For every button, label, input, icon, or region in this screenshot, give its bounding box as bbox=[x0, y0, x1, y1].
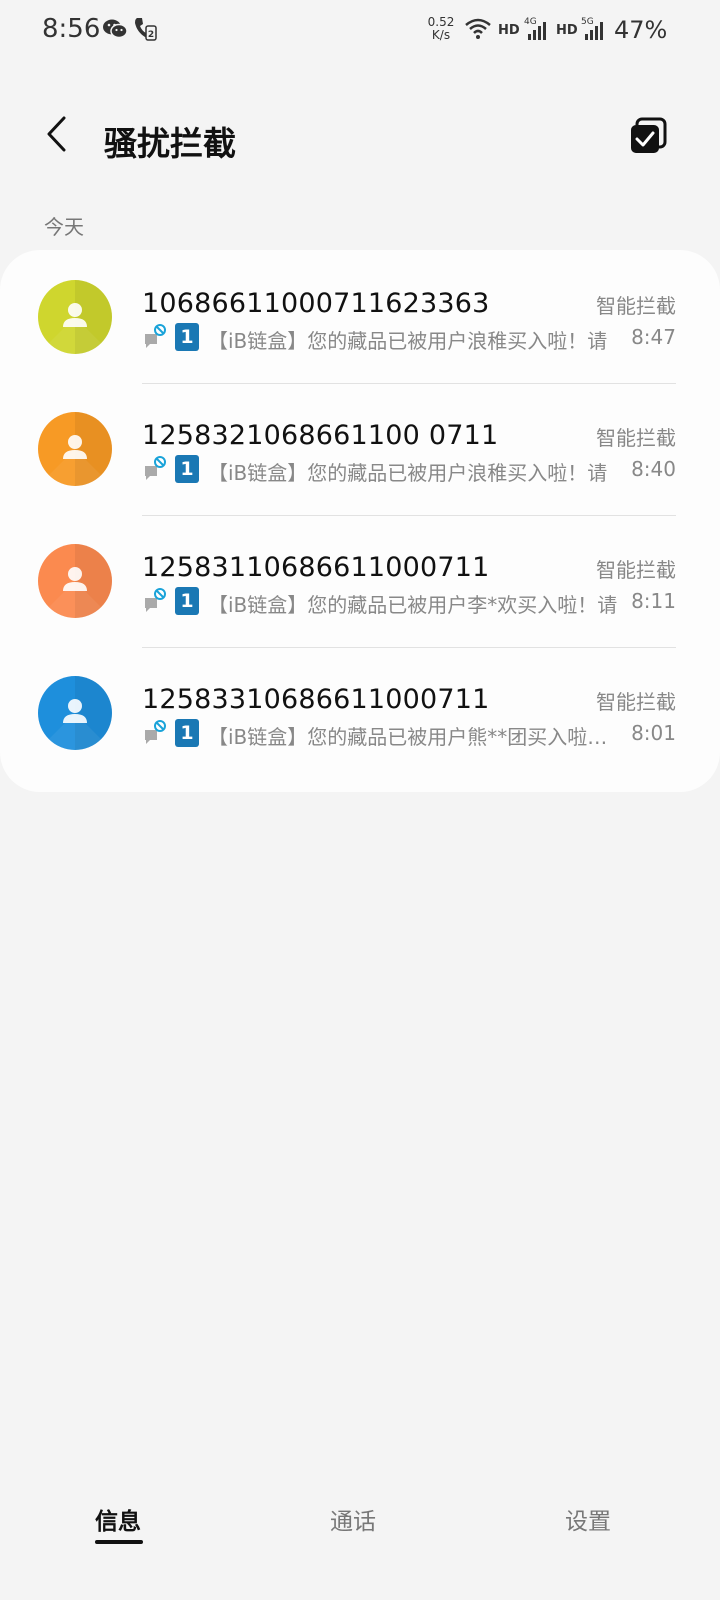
message-preview: 【iB链盒】您的藏品已被用户浪稚买入啦！请 bbox=[208, 329, 608, 353]
status-time: 8:56 bbox=[42, 14, 101, 44]
blocked-messages-card: 10686611000711623363 智能拦截 1 【iB链盒】您的藏品已被用户浪… bbox=[0, 250, 720, 792]
sim-badge: 1 bbox=[175, 587, 199, 615]
message-row[interactable]: 10686611000711623363 智能拦截 1 【iB链盒】您的藏品已被用户浪… bbox=[0, 252, 720, 384]
active-tab-indicator bbox=[95, 1540, 143, 1544]
sender-number: 1258321068661100 0711 bbox=[142, 420, 499, 451]
blocked-message-icon bbox=[144, 588, 166, 614]
tab-settings[interactable]: 设置 bbox=[565, 1502, 611, 1536]
signal-icon: 5G bbox=[581, 16, 607, 46]
status-bar: 8:56 2 0.52 K/s HD 4G HD 5G 47% bbox=[0, 0, 720, 62]
hd-label: HD bbox=[498, 23, 520, 38]
message-time: 8:11 bbox=[631, 589, 676, 613]
hd-label: HD bbox=[556, 23, 578, 38]
network-speed: 0.52 K/s bbox=[426, 16, 456, 42]
message-time: 8:01 bbox=[631, 721, 676, 745]
svg-text:4G: 4G bbox=[524, 17, 537, 27]
blocked-message-icon bbox=[144, 324, 166, 350]
message-time: 8:47 bbox=[631, 325, 676, 349]
avatar[interactable] bbox=[38, 676, 112, 750]
block-reason-tag: 智能拦截 bbox=[596, 558, 676, 582]
signal-icon: 4G bbox=[524, 16, 550, 46]
page-title: 骚扰拦截 bbox=[104, 124, 236, 163]
wechat-icon bbox=[102, 18, 128, 44]
block-reason-tag: 智能拦截 bbox=[596, 690, 676, 714]
back-arrow-icon bbox=[47, 116, 66, 152]
tab-messages[interactable]: 信息 bbox=[95, 1502, 141, 1536]
message-row[interactable]: 1258321068661100 0711 智能拦截 1 【iB链盒】您的藏品已被用户… bbox=[0, 384, 720, 516]
sender-number: 12583310686611000711 bbox=[142, 684, 490, 715]
message-preview: 【iB链盒】您的藏品已被用户熊**团买入啦！请 bbox=[208, 725, 620, 749]
sender-number: 12583110686611000711 bbox=[142, 552, 490, 583]
message-row[interactable]: 12583110686611000711 智能拦截 1 【iB链盒】您的藏品已被用户李… bbox=[0, 516, 720, 648]
message-row[interactable]: 12583310686611000711 智能拦截 1 【iB链盒】您的藏品已被用户熊… bbox=[0, 648, 720, 780]
avatar[interactable] bbox=[38, 280, 112, 354]
sender-number: 10686611000711623363 bbox=[142, 288, 490, 319]
sim-badge: 1 bbox=[175, 455, 199, 483]
back-button[interactable] bbox=[36, 112, 84, 160]
multi-select-icon bbox=[631, 117, 667, 153]
svg-text:5G: 5G bbox=[581, 17, 594, 27]
call-icon: 2 bbox=[133, 16, 157, 46]
bottom-nav: 信息 通话 设置 bbox=[0, 1490, 720, 1560]
battery-level: 47% bbox=[614, 16, 668, 44]
section-label-today: 今天 bbox=[44, 215, 84, 239]
app-bar: 骚扰拦截 bbox=[0, 100, 720, 176]
tab-calls[interactable]: 通话 bbox=[330, 1502, 376, 1536]
message-time: 8:40 bbox=[631, 457, 676, 481]
network-speed-value: 0.52 bbox=[427, 15, 455, 29]
network-speed-unit: K/s bbox=[431, 28, 451, 42]
message-preview: 【iB链盒】您的藏品已被用户浪稚买入啦！请 bbox=[208, 461, 608, 485]
message-preview: 【iB链盒】您的藏品已被用户李*欢买入啦！请 bbox=[208, 593, 618, 617]
block-reason-tag: 智能拦截 bbox=[596, 294, 676, 318]
blocked-message-icon bbox=[144, 720, 166, 746]
block-reason-tag: 智能拦截 bbox=[596, 426, 676, 450]
wifi-icon bbox=[464, 18, 492, 44]
svg-text:2: 2 bbox=[148, 30, 154, 40]
avatar[interactable] bbox=[38, 412, 112, 486]
multi-select-button[interactable] bbox=[628, 116, 668, 156]
blocked-message-icon bbox=[144, 456, 166, 482]
avatar[interactable] bbox=[38, 544, 112, 618]
sim-badge: 1 bbox=[175, 323, 199, 351]
sim-badge: 1 bbox=[175, 719, 199, 747]
